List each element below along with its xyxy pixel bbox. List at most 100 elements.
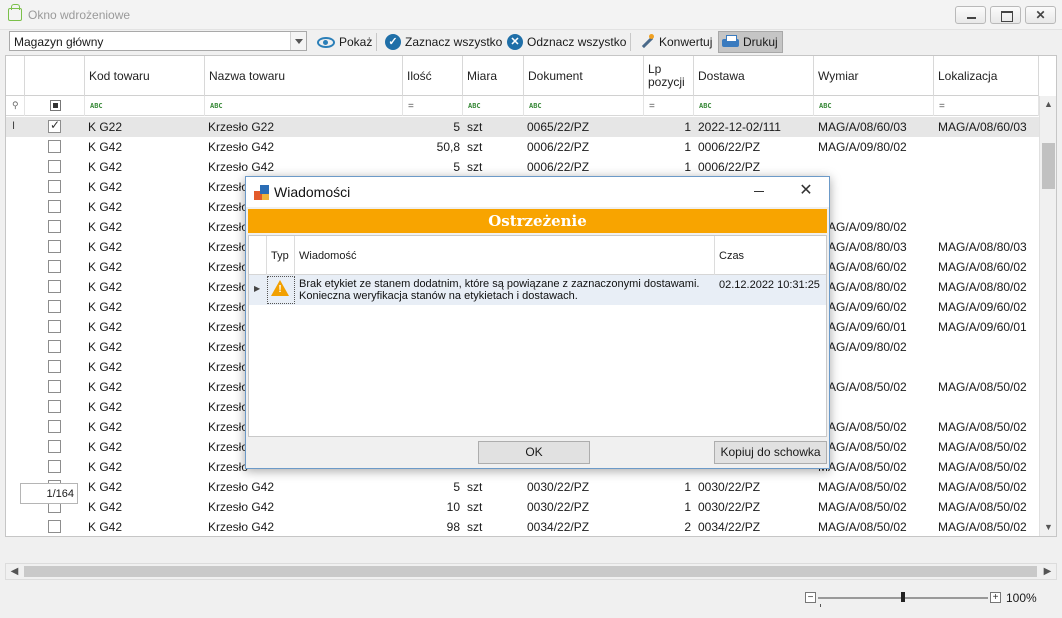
cell-kod: K G42 [88,420,123,434]
row-checkbox[interactable] [48,320,61,333]
cell-nazwa: Krzesło G22 [208,120,275,134]
column-header-kod[interactable]: Kod towaru [85,56,205,96]
cell-lp: 2 [684,520,691,534]
show-button[interactable]: Pokaż [317,31,372,53]
column-header-dostawa[interactable]: Dostawa [694,56,814,96]
warehouse-select[interactable]: Magazyn główny [9,31,307,51]
filter-wymiar[interactable]: ABC [814,96,934,116]
cell-dostawa: 0006/22/PZ [698,160,761,174]
filter-lokalizacja[interactable]: = [934,96,1039,116]
cell-lokalizacja: MAG/A/08/50/02 [938,440,1027,454]
close-button[interactable]: ✕ [1025,6,1056,24]
deselect-all-button[interactable]: ✕ Odznacz wszystko [507,31,626,53]
row-checkbox[interactable] [48,420,61,433]
minimize-button[interactable] [955,6,986,24]
scroll-down-icon[interactable]: ▼ [1040,519,1056,536]
chevron-down-icon[interactable] [290,32,306,50]
row-checkbox[interactable] [48,160,61,173]
table-row[interactable]: K G42 Krzesło G42 10 szt 0030/22/PZ 1 0030/22/… [6,497,1039,517]
text-filter-icon: ABC [210,102,223,110]
header-checkbox[interactable] [50,100,61,111]
row-checkbox[interactable] [48,220,61,233]
cell-dostawa: 0030/22/PZ [698,480,761,494]
maximize-button[interactable] [990,6,1021,24]
column-header-miara[interactable]: Miara [463,56,524,96]
cell-lokalizacja: MAG/A/08/50/02 [938,460,1027,474]
filter-dokument[interactable]: ABC [524,96,644,116]
row-checkbox[interactable] [48,380,61,393]
cell-lokalizacja: MAG/A/09/60/02 [938,300,1027,314]
column-header-ilosc[interactable]: Ilość [403,56,463,96]
filter-kod[interactable]: ABC [85,96,205,116]
vertical-scrollbar[interactable]: ▲ ▼ [1039,96,1056,536]
cell-kod: K G42 [88,460,123,474]
filter-lp[interactable]: = [644,96,694,116]
scrollbar-thumb[interactable] [1042,143,1055,189]
column-header-wiadomosc[interactable]: Wiadomość [295,236,715,275]
row-checkbox[interactable] [48,260,61,273]
row-checkbox[interactable] [48,520,61,533]
cell-ilosc: 50,8 [436,140,460,154]
cell-lokalizacja: MAG/A/08/80/03 [938,240,1027,254]
row-checkbox[interactable] [48,180,61,193]
eye-icon [317,36,335,48]
table-row[interactable]: K G42 Krzesło G42 98 szt 0034/22/PZ 2 0034/22/… [6,517,1039,536]
text-filter-icon: ABC [529,102,542,110]
column-header-dokument[interactable]: Dokument [524,56,644,96]
column-header-lokalizacja[interactable]: Lokalizacja [934,56,1039,96]
scroll-right-icon[interactable]: ▶ [1039,564,1056,579]
filter-miara[interactable]: ABC [463,96,524,116]
table-row[interactable]: K G42 Krzesło G42 5 szt 0006/22/PZ 1 0006/22/P… [6,157,1039,177]
column-header-czas[interactable]: Czas [715,236,826,275]
page-counter[interactable]: 1/164 [20,483,78,504]
text-filter-icon: ABC [819,102,832,110]
convert-button[interactable]: Konwertuj [639,31,712,53]
row-checkbox[interactable] [48,200,61,213]
filter-dostawa[interactable]: ABC [694,96,814,116]
filter-nazwa[interactable]: ABC [205,96,403,116]
row-checkbox[interactable] [48,360,61,373]
cell-lp: 1 [684,140,691,154]
cell-wymiar: MAG/A/09/60/02 [818,300,907,314]
column-header-lp[interactable]: Lp pozycji [644,56,694,96]
dialog-minimize-button[interactable] [751,184,767,198]
column-header-typ[interactable]: Typ [267,236,295,275]
print-button[interactable]: Drukuj [718,31,783,53]
messages-table-header: Typ Wiadomość Czas [249,236,826,275]
filter-ilosc[interactable]: = [403,96,463,116]
table-row[interactable]: K G42 Krzesło G42 50,8 szt 0006/22/PZ 1 0006/2… [6,137,1039,157]
select-all-button[interactable]: ✓ Zaznacz wszystko [385,31,502,53]
row-checkbox[interactable] [48,440,61,453]
row-checkbox[interactable] [48,118,61,133]
ok-button[interactable]: OK [478,441,590,464]
filter-check-cell[interactable] [25,96,85,116]
zoom-out-button[interactable]: − [805,592,816,603]
column-header-nazwa[interactable]: Nazwa towaru [205,56,403,96]
cell-dokument: 0006/22/PZ [527,140,590,154]
scroll-left-icon[interactable]: ◀ [6,564,23,579]
filter-pin-cell[interactable]: ⚲ [6,96,25,116]
magic-wand-icon [639,34,655,50]
cell-lokalizacja: MAG/A/08/50/02 [938,420,1027,434]
zoom-in-button[interactable]: + [990,592,1001,603]
table-row[interactable]: I K G22 Krzesło G22 5 szt 0065/22/PZ 1 2022-12-… [6,117,1039,137]
row-checkbox[interactable] [48,340,61,353]
cell-wymiar: MAG/A/09/80/02 [818,140,907,154]
column-header-wymiar[interactable]: Wymiar [814,56,934,96]
horizontal-scrollbar[interactable]: ◀ ▶ [5,563,1057,580]
dialog-close-button[interactable]: ✕ [796,181,816,201]
message-row[interactable]: ▶ ! Brak etykiet ze stanem dodatnim, któ… [249,275,826,305]
zoom-slider-thumb[interactable] [901,592,905,602]
row-checkbox[interactable] [48,240,61,253]
row-checkbox[interactable] [48,400,61,413]
cell-wymiar: MAG/A/08/80/02 [818,280,907,294]
scrollbar-thumb[interactable] [24,566,1037,577]
cell-wymiar: MAG/A/08/50/02 [818,440,907,454]
table-row[interactable]: K G42 Krzesło G42 5 szt 0030/22/PZ 1 0030/22/P… [6,477,1039,497]
copy-to-clipboard-button[interactable]: Kopiuj do schowka [714,441,827,464]
row-checkbox[interactable] [48,460,61,473]
row-checkbox[interactable] [48,280,61,293]
scroll-up-icon[interactable]: ▲ [1040,96,1056,113]
row-checkbox[interactable] [48,140,61,153]
row-checkbox[interactable] [48,300,61,313]
